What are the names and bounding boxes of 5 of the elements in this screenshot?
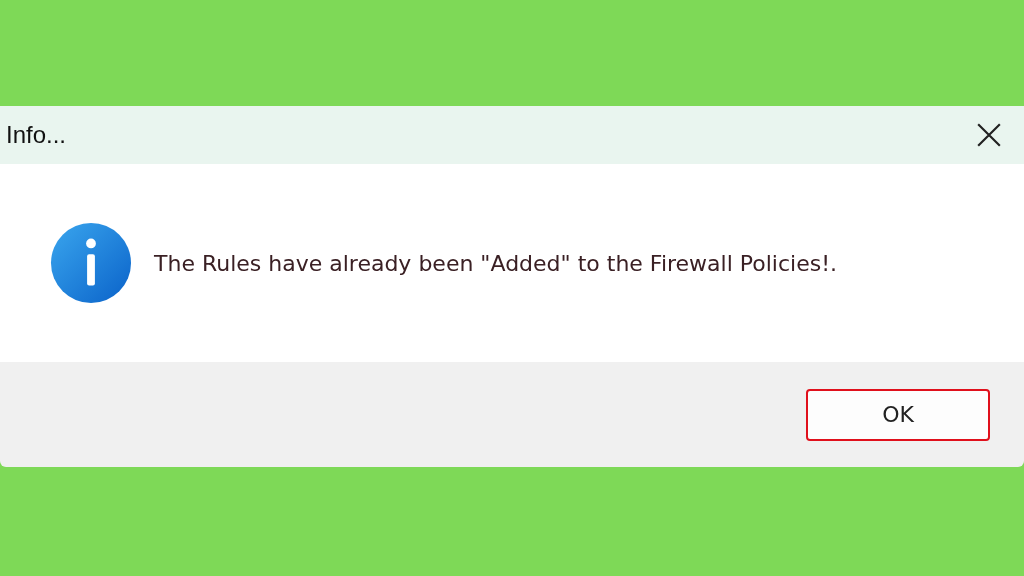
window-title: Info... (6, 121, 67, 149)
message-text: The Rules have already been "Added" to the Firewall Policies!. (154, 250, 837, 276)
close-icon[interactable] (976, 122, 1002, 148)
ok-button[interactable]: OK (806, 388, 990, 441)
info-icon (50, 222, 132, 304)
